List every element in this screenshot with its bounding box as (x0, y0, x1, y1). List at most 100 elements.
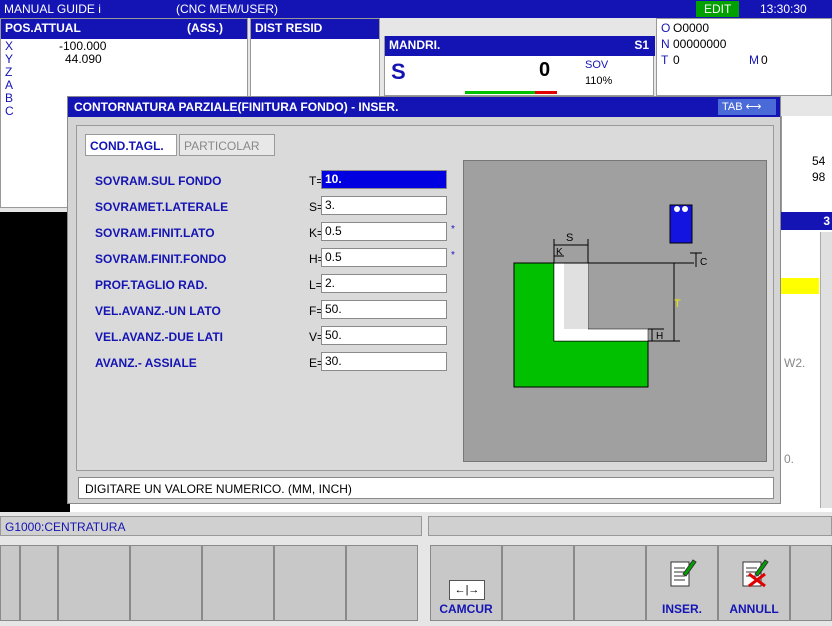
dim-label-c: C (700, 257, 707, 268)
field-input-h[interactable]: 0.5 (321, 248, 447, 267)
tool-tip-notch (674, 206, 680, 212)
t-label: T (661, 53, 669, 67)
background-black-panel (0, 212, 70, 512)
n-label: N (661, 37, 670, 51)
tab-cutting-conditions[interactable]: COND.TAGL. (85, 134, 177, 156)
status-bar-left: G1000:CENTRATURA (0, 516, 422, 536)
axis-value: -100.000 (59, 39, 107, 53)
spindle-speed-value: 0 (539, 59, 551, 81)
field-label: SOVRAM.FINIT.LATO (95, 226, 215, 240)
status-bar-right (428, 516, 832, 536)
program-number: O0000 (673, 21, 710, 35)
diagram-svg: S K C T H (513, 204, 707, 388)
field-input-k[interactable]: 0.5 (321, 222, 447, 241)
machining-diagram: S K C T H (463, 160, 767, 462)
axis-label: B (5, 91, 14, 105)
axis-label: X (5, 39, 14, 53)
field-input-l[interactable]: 2. (321, 274, 447, 293)
clock: 13:30:30 (760, 2, 807, 16)
softkey-8[interactable] (502, 545, 574, 621)
dim-label-s: S (566, 232, 573, 244)
background-header-number: 3 (823, 214, 830, 228)
insert-button[interactable]: INSER. (646, 545, 718, 621)
m-label: M (749, 53, 759, 67)
cursor-move-icon: ←|→ (449, 580, 485, 600)
spindle-load-bar-red (535, 91, 557, 94)
axis-label: A (5, 78, 14, 92)
field-input-s[interactable]: 3. (321, 196, 447, 215)
softkey-5[interactable] (274, 545, 346, 621)
side-allowance (564, 263, 588, 329)
mode-label: MANUAL GUIDE i (4, 2, 101, 16)
tab-details[interactable]: PARTICOLAR (179, 134, 275, 156)
field-label: SOVRAMET.LATERALE (95, 200, 229, 214)
insert-icon (670, 559, 697, 587)
top-status-bar: MANUAL GUIDE i (CNC MEM/USER) EDIT 13:30… (0, 0, 832, 18)
spindle-number: S1 (634, 38, 649, 52)
background-header: 3 (781, 212, 832, 230)
o-label: O (661, 21, 671, 35)
tool-number: 0 (673, 53, 680, 67)
sequence-number: 00000000 (673, 37, 727, 51)
spindle-panel: MANDRI. S1 S 0 SOV 110% (384, 36, 655, 96)
position-header: POS.ATTUAL (ASS.) (1, 19, 247, 39)
absolute-label: (ASS.) (187, 21, 223, 35)
background-value: 54 (812, 154, 826, 168)
dim-label-t: T (674, 298, 681, 310)
background-right-panel: 54 98 (781, 116, 832, 212)
spindle-s-label: S (391, 59, 406, 84)
softkey-4[interactable] (202, 545, 274, 621)
insert-label: INSER. (661, 602, 702, 616)
field-label: SOVRAM.FINIT.FONDO (95, 252, 227, 266)
field-input-e[interactable]: 30. (321, 352, 447, 371)
field-label: VEL.AVANZ.-DUE LATI (95, 330, 223, 344)
field-label: PROF.TAGLIO RAD. (95, 278, 208, 292)
cancel-label: ANNULL (729, 602, 779, 616)
softkey-next[interactable] (790, 545, 832, 621)
camcur-button[interactable]: ←|→ CAMCUR (430, 545, 502, 621)
softkey-1[interactable] (20, 545, 58, 621)
background-scrollbar[interactable] (820, 232, 832, 508)
tab-switch-hint: TAB ⟷ (718, 99, 776, 115)
axis-label: C (5, 104, 14, 118)
field-label: SOVRAM.SUL FONDO (95, 174, 222, 188)
axis-list: X -100.000 Y 44.090 Z A B C (5, 39, 106, 118)
background-highlight (781, 278, 819, 294)
field-input-v[interactable]: 50. (321, 326, 447, 345)
optional-marker: * (451, 250, 455, 261)
dialog-title: CONTORNATURA PARZIALE(FINITURA FONDO) - … (68, 97, 780, 117)
background-text: 0. (784, 452, 795, 466)
spindle-title: MANDRI. (389, 38, 441, 52)
softkey-2[interactable] (58, 545, 130, 621)
axis-label: Y (5, 52, 14, 66)
axis-label: Z (5, 65, 13, 79)
tool-shape (669, 204, 693, 244)
field-input-t[interactable]: 10. (321, 170, 447, 189)
spindle-override-value: 110% (585, 75, 613, 87)
axis-value: 44.090 (65, 52, 102, 66)
distance-remaining-header: DIST RESID (251, 19, 379, 39)
spindle-load-bar-green (465, 91, 535, 94)
m-code-value: 0 (761, 53, 768, 67)
program-info-panel: O O0000 N 00000000 T0 M0 (656, 18, 832, 96)
background-value: 98 (812, 170, 826, 184)
softkey-prev[interactable] (0, 545, 20, 621)
finishing-dialog: CONTORNATURA PARZIALE(FINITURA FONDO) - … (67, 96, 781, 504)
dialog-content: COND.TAGL. PARTICOLAR SOVRAM.SUL FONDO T… (76, 125, 774, 471)
field-label: AVANZ.- ASSIALE (95, 356, 197, 370)
cancel-icon (742, 559, 769, 588)
edit-mode-badge: EDIT (696, 1, 740, 17)
optional-marker: * (451, 224, 455, 235)
position-title: POS.ATTUAL (5, 21, 81, 35)
field-input-f[interactable]: 50. (321, 300, 447, 319)
softkey-6[interactable] (346, 545, 418, 621)
spindle-header: MANDRI. S1 (385, 36, 655, 56)
softkey-9[interactable] (574, 545, 646, 621)
dialog-title-text: CONTORNATURA PARZIALE(FINITURA FONDO) - … (74, 100, 399, 114)
field-label: VEL.AVANZ.-UN LATO (95, 304, 221, 318)
background-text: W2. (784, 356, 806, 370)
tool-tip-notch (682, 206, 688, 212)
dim-label-h: H (656, 331, 663, 342)
cancel-button[interactable]: ANNULL (718, 545, 790, 621)
softkey-3[interactable] (130, 545, 202, 621)
